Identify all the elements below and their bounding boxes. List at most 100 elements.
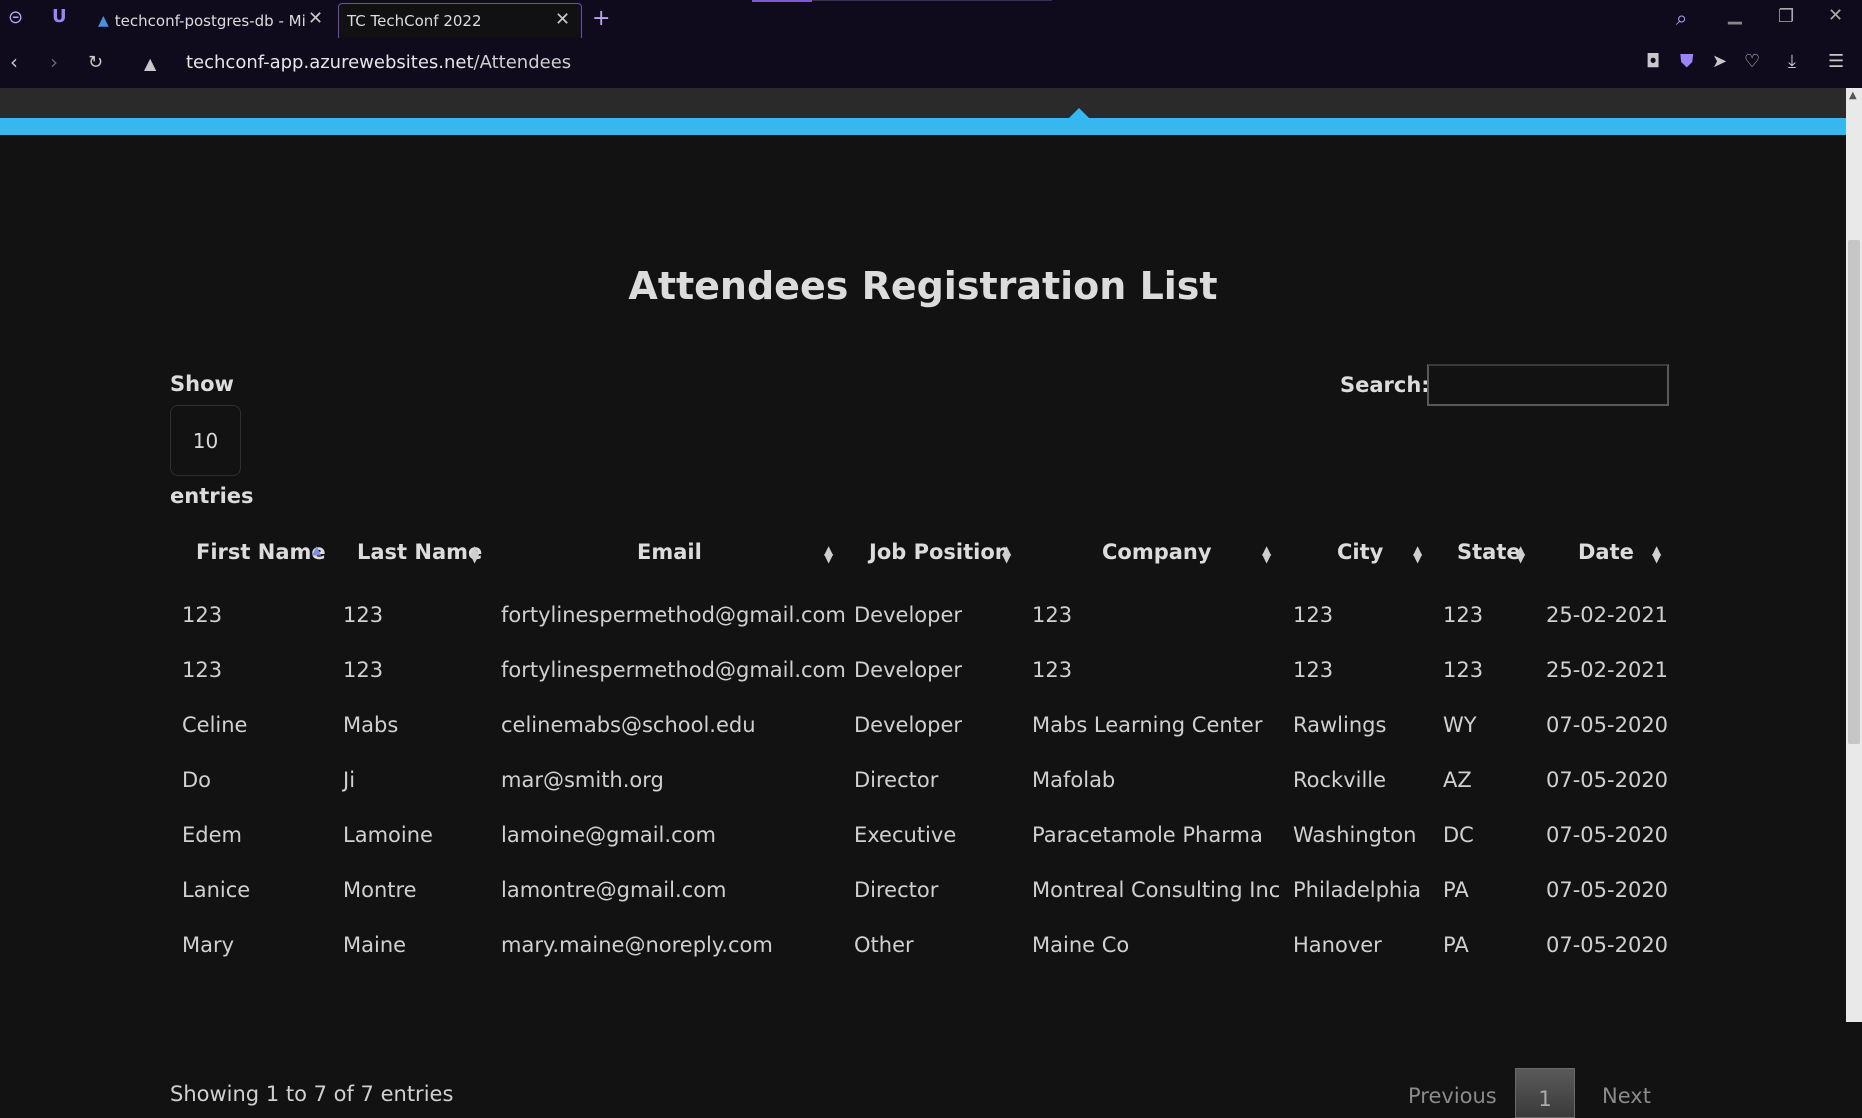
url-host: techconf-app.azurewebsites.net bbox=[186, 52, 474, 73]
camera-icon[interactable]: ◘ bbox=[1646, 51, 1660, 72]
cell-last-name: Lamoine bbox=[343, 823, 433, 847]
cell-job-position: Developer bbox=[854, 713, 963, 737]
cell-first-name: Celine bbox=[182, 713, 248, 737]
tab-postgres-db[interactable]: ▲ techconf-postgres-db - Mi ✕ bbox=[98, 3, 330, 38]
cell-first-name: Lanice bbox=[182, 878, 251, 902]
column-header-state[interactable]: State bbox=[1457, 540, 1521, 580]
url-field[interactable]: techconf-app.azurewebsites.net/Attendees bbox=[186, 52, 571, 73]
close-icon[interactable]: ✕ bbox=[308, 8, 323, 29]
cell-email: fortylinespermethod@gmail.com bbox=[501, 603, 846, 627]
cell-last-name: 123 bbox=[343, 603, 384, 627]
game-controller-icon[interactable]: ⊝ bbox=[8, 7, 23, 28]
tab-label: TC TechConf 2022 bbox=[347, 12, 482, 30]
new-tab-icon[interactable]: + bbox=[592, 6, 610, 31]
cell-first-name: Edem bbox=[182, 823, 242, 847]
cell-job-position: Developer bbox=[854, 603, 963, 627]
cell-city: Philadelphia bbox=[1293, 878, 1421, 902]
page-1-button[interactable]: 1 bbox=[1515, 1068, 1575, 1118]
scroll-up-icon[interactable]: ▲ bbox=[1849, 90, 1857, 101]
cell-job-position: Director bbox=[854, 768, 939, 792]
sort-icon[interactable]: ▲ ▼ bbox=[1262, 544, 1271, 564]
cell-date: 25-02-2021 bbox=[1546, 658, 1669, 682]
sort-icon[interactable]: ▲ ▼ bbox=[824, 544, 833, 564]
cell-state: WY bbox=[1443, 713, 1477, 737]
cell-email: mar@smith.org bbox=[501, 768, 664, 792]
cell-company: Mabs Learning Center bbox=[1032, 713, 1263, 737]
search-icon[interactable]: ⌕ bbox=[1676, 6, 1687, 30]
shield-icon[interactable]: ⛊ bbox=[1680, 51, 1694, 72]
column-header-email[interactable]: Email bbox=[637, 540, 702, 580]
cell-first-name: Do bbox=[182, 768, 212, 792]
warning-icon[interactable]: ▲ bbox=[144, 54, 156, 73]
entries-label: entries bbox=[170, 484, 254, 508]
previous-button[interactable]: Previous bbox=[1408, 1084, 1497, 1108]
download-icon[interactable]: ⤓ bbox=[1788, 51, 1796, 72]
cell-company: Maine Co bbox=[1032, 933, 1130, 957]
cell-company: 123 bbox=[1032, 658, 1073, 682]
sort-icon[interactable]: ▲ ▼ bbox=[1002, 544, 1011, 564]
table-info: Showing 1 to 7 of 7 entries bbox=[170, 1082, 454, 1106]
cell-state: 123 bbox=[1443, 658, 1484, 682]
sort-icon[interactable]: ▲ ▼ bbox=[1652, 544, 1661, 564]
settings-icon[interactable]: ☰ bbox=[1828, 51, 1844, 72]
show-label: Show bbox=[170, 372, 234, 396]
cell-job-position: Developer bbox=[854, 658, 963, 682]
column-header-last-name[interactable]: Last Name bbox=[357, 540, 482, 580]
next-button[interactable]: Next bbox=[1602, 1084, 1651, 1108]
cell-job-position: Director bbox=[854, 878, 939, 902]
cell-email: lamoine@gmail.com bbox=[501, 823, 716, 847]
cell-company: Paracetamole Pharma bbox=[1032, 823, 1263, 847]
sort-icon[interactable]: ▲ ▼ bbox=[1413, 544, 1422, 564]
cell-last-name: Montre bbox=[343, 878, 417, 902]
cell-date: 25-02-2021 bbox=[1546, 603, 1669, 627]
cell-last-name: 123 bbox=[343, 658, 384, 682]
azure-icon: ▲ bbox=[98, 12, 109, 29]
send-icon[interactable]: ➤ bbox=[1712, 51, 1727, 72]
cell-date: 07-05-2020 bbox=[1546, 768, 1669, 792]
reload-icon[interactable]: ↻ bbox=[88, 52, 103, 73]
sort-icon[interactable]: ▲ ▼ bbox=[1516, 544, 1525, 564]
cell-email: celinemabs@school.edu bbox=[501, 713, 756, 737]
column-header-date[interactable]: Date bbox=[1578, 540, 1634, 580]
cell-first-name: 123 bbox=[182, 658, 223, 682]
heart-icon[interactable]: ♡ bbox=[1744, 51, 1760, 72]
sort-icon[interactable]: ▲ ▼ bbox=[470, 544, 479, 564]
back-icon[interactable]: ‹ bbox=[10, 50, 18, 74]
sort-icon[interactable]: ▲ bbox=[312, 544, 321, 556]
cell-city: Rawlings bbox=[1293, 713, 1387, 737]
cell-city: 123 bbox=[1293, 658, 1334, 682]
cell-state: PA bbox=[1443, 933, 1469, 957]
search-input[interactable] bbox=[1427, 364, 1669, 406]
cell-date: 07-05-2020 bbox=[1546, 878, 1669, 902]
close-window-icon[interactable]: ✕ bbox=[1828, 5, 1843, 26]
page-length-select[interactable]: 10 bbox=[170, 405, 241, 476]
site-nav-strip bbox=[0, 88, 1846, 118]
page-content: Attendees Registration List Show 10 entr… bbox=[0, 88, 1846, 1118]
forward-icon[interactable]: › bbox=[50, 50, 58, 74]
cell-state: DC bbox=[1443, 823, 1474, 847]
cell-city: 123 bbox=[1293, 603, 1334, 627]
cell-email: mary.maine@noreply.com bbox=[501, 933, 773, 957]
cell-state: AZ bbox=[1443, 768, 1472, 792]
cell-job-position: Executive bbox=[854, 823, 957, 847]
udacity-icon[interactable]: U bbox=[52, 6, 67, 27]
column-header-company[interactable]: Company bbox=[1102, 540, 1212, 580]
cell-city: Rockville bbox=[1293, 768, 1387, 792]
column-header-job-position[interactable]: Job Position bbox=[869, 540, 1010, 580]
close-icon[interactable]: ✕ bbox=[555, 9, 570, 30]
tab-techconf[interactable]: TC TechConf 2022 ✕ bbox=[338, 3, 582, 38]
column-header-city[interactable]: City bbox=[1337, 540, 1383, 580]
cell-city: Hanover bbox=[1293, 933, 1382, 957]
minimize-icon[interactable]: ▁ bbox=[1728, 4, 1742, 25]
page-title: Attendees Registration List bbox=[628, 264, 1218, 308]
scrollbar-thumb[interactable] bbox=[1848, 240, 1860, 744]
cell-date: 07-05-2020 bbox=[1546, 713, 1669, 737]
tab-accent-line bbox=[752, 0, 812, 2]
restore-icon[interactable]: ❐ bbox=[1778, 6, 1794, 27]
cell-state: 123 bbox=[1443, 603, 1484, 627]
cell-first-name: Mary bbox=[182, 933, 235, 957]
cell-email: lamontre@gmail.com bbox=[501, 878, 727, 902]
cell-email: fortylinespermethod@gmail.com bbox=[501, 658, 846, 682]
cell-first-name: 123 bbox=[182, 603, 223, 627]
column-header-first-name[interactable]: First Name bbox=[196, 540, 326, 580]
